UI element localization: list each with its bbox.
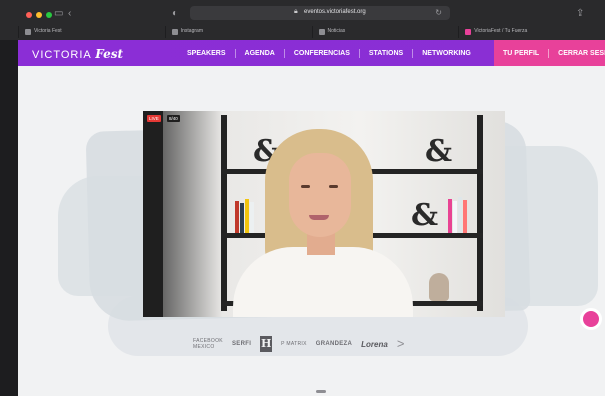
video-decor xyxy=(429,273,449,301)
video-decor xyxy=(245,199,249,233)
scroll-indicator xyxy=(316,390,326,393)
video-decor xyxy=(453,201,457,233)
reload-icon[interactable]: ↻ xyxy=(435,8,442,17)
tab-label: Noticias xyxy=(327,28,346,34)
browser-tab[interactable]: Noticias xyxy=(311,26,459,38)
video-decor xyxy=(240,203,244,233)
window-controls xyxy=(26,12,52,18)
video-decor xyxy=(463,200,467,233)
address-bar[interactable]: 🔒︎ eventos.victoriafest.org ↻ xyxy=(190,6,450,20)
lock-icon: 🔒︎ xyxy=(294,8,298,15)
close-window-button[interactable] xyxy=(26,12,32,18)
shield-icon[interactable]: ◐ xyxy=(172,8,178,20)
viewer-count-badge: 8/40 xyxy=(167,115,180,122)
video-decor xyxy=(250,202,254,233)
video-decor xyxy=(448,199,452,233)
back-icon[interactable]: ‹ xyxy=(68,8,71,20)
nav-conferencias[interactable]: CONFERENCIAS xyxy=(283,48,359,58)
favicon-icon xyxy=(171,29,178,35)
minimize-window-button[interactable] xyxy=(36,12,42,18)
video-player[interactable]: & & & LIVE 8/40 xyxy=(143,111,505,317)
nav-stations[interactable]: STATIONS xyxy=(358,48,412,58)
main-menu: SPEAKERS AGENDA CONFERENCIAS STATIONS NE… xyxy=(178,40,480,66)
nav-tu-perfil[interactable]: TU PERFIL xyxy=(494,49,548,58)
page-content: & & & LIVE 8/40 FACEBOOK MEXICO SERFI H … xyxy=(18,66,605,396)
sponsor-logo[interactable]: P MATRIX xyxy=(281,341,307,347)
tab-strip: Victoria Fest Instagram Noticias Victori… xyxy=(18,26,605,38)
video-shelf-left xyxy=(143,111,163,317)
tab-label: Instagram xyxy=(180,28,203,34)
sidebar-toggle-icon[interactable]: ▭ xyxy=(54,8,63,20)
video-decor xyxy=(235,201,239,233)
video-person xyxy=(289,153,351,237)
share-icon[interactable]: ⇪ xyxy=(576,8,584,20)
maximize-window-button[interactable] xyxy=(46,12,52,18)
site-nav: VICTORIA Fest SPEAKERS AGENDA CONFERENCI… xyxy=(18,40,605,66)
favicon-icon xyxy=(25,29,31,35)
favicon-icon xyxy=(465,29,472,35)
video-person xyxy=(309,215,329,220)
nav-agenda[interactable]: AGENDA xyxy=(234,48,284,58)
favicon-icon xyxy=(318,29,325,35)
video-person xyxy=(233,247,413,317)
chat-button[interactable] xyxy=(580,308,602,330)
address-url: eventos.victoriafest.org xyxy=(304,9,366,15)
live-badge: LIVE xyxy=(147,115,161,122)
sponsor-logo[interactable]: FACEBOOK MEXICO xyxy=(193,338,223,350)
browser-chrome: ▭ ‹ ◐ 🔒︎ eventos.victoriafest.org ↻ ⇪ Vi… xyxy=(0,0,605,40)
carousel-next-button[interactable]: > xyxy=(397,337,405,351)
sponsor-logo[interactable]: SERFI xyxy=(232,341,251,347)
nav-cerrar-sesion[interactable]: CERRAR SESIÓN xyxy=(548,48,605,58)
sponsor-logo[interactable]: Lorena xyxy=(361,340,388,349)
video-person xyxy=(329,185,338,188)
sponsor-carousel: FACEBOOK MEXICO SERFI H P MATRIX GRANDEZ… xyxy=(193,332,458,356)
video-person xyxy=(301,185,310,188)
nav-networking[interactable]: NETWORKING xyxy=(412,48,480,58)
video-decor: & xyxy=(411,198,439,233)
logo-text: VICTORIA xyxy=(32,49,92,61)
logo-accent: Fest xyxy=(95,47,124,61)
site-logo[interactable]: VICTORIA Fest xyxy=(32,47,123,61)
browser-tab[interactable]: Victoria Fest xyxy=(18,26,165,38)
video-decor xyxy=(458,197,462,233)
sponsor-logo[interactable]: H xyxy=(260,336,273,352)
sponsor-logo[interactable]: GRANDEZA xyxy=(316,341,352,347)
browser-tab[interactable]: Instagram xyxy=(164,26,312,38)
account-menu: TU PERFIL CERRAR SESIÓN xyxy=(494,40,605,66)
video-decor: & xyxy=(425,134,453,169)
tab-label: Victoria Fest xyxy=(34,28,62,34)
nav-speakers[interactable]: SPEAKERS xyxy=(178,49,235,58)
browser-tab[interactable]: VictoriaFest / Tu Fuerza xyxy=(458,26,605,38)
tab-label: VictoriaFest / Tu Fuerza xyxy=(474,28,528,34)
